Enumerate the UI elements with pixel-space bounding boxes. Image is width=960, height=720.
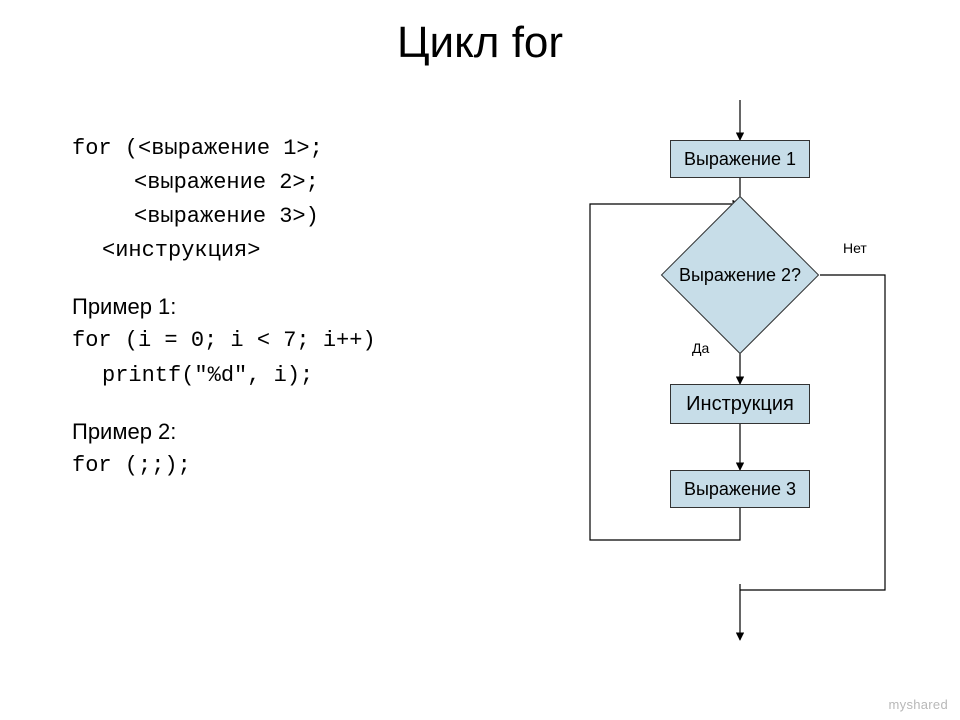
flow-cond-label: Выражение 2?	[660, 220, 820, 330]
flow-no-label: Нет	[843, 240, 867, 256]
flow-body-box: Инструкция	[670, 384, 810, 424]
flow-init-box: Выражение 1	[670, 140, 810, 178]
example1-heading: Пример 1:	[72, 290, 512, 324]
flowchart: Выражение 1 Выражение 2? Да Нет Инструкц…	[530, 100, 930, 670]
left-column: for (<выражение 1>; <выражение 2>; <выра…	[72, 132, 512, 483]
flow-cond-diamond: Выражение 2?	[660, 220, 820, 330]
slide: Цикл for for (<выражение 1>; <выражение …	[0, 0, 960, 720]
flow-yes-label: Да	[692, 340, 709, 356]
example2-heading: Пример 2:	[72, 415, 512, 449]
code-line: <инструкция>	[72, 234, 512, 268]
code-line: <выражение 2>;	[72, 166, 512, 200]
example1-line: for (i = 0; i < 7; i++)	[72, 324, 512, 358]
example1-line: printf("%d", i);	[72, 359, 512, 393]
example2-line: for (;;);	[72, 449, 512, 483]
flow-step-box: Выражение 3	[670, 470, 810, 508]
slide-title: Цикл for	[0, 18, 960, 68]
code-line: for (<выражение 1>;	[72, 132, 512, 166]
code-line: <выражение 3>)	[72, 200, 512, 234]
watermark: myshared	[889, 697, 948, 712]
